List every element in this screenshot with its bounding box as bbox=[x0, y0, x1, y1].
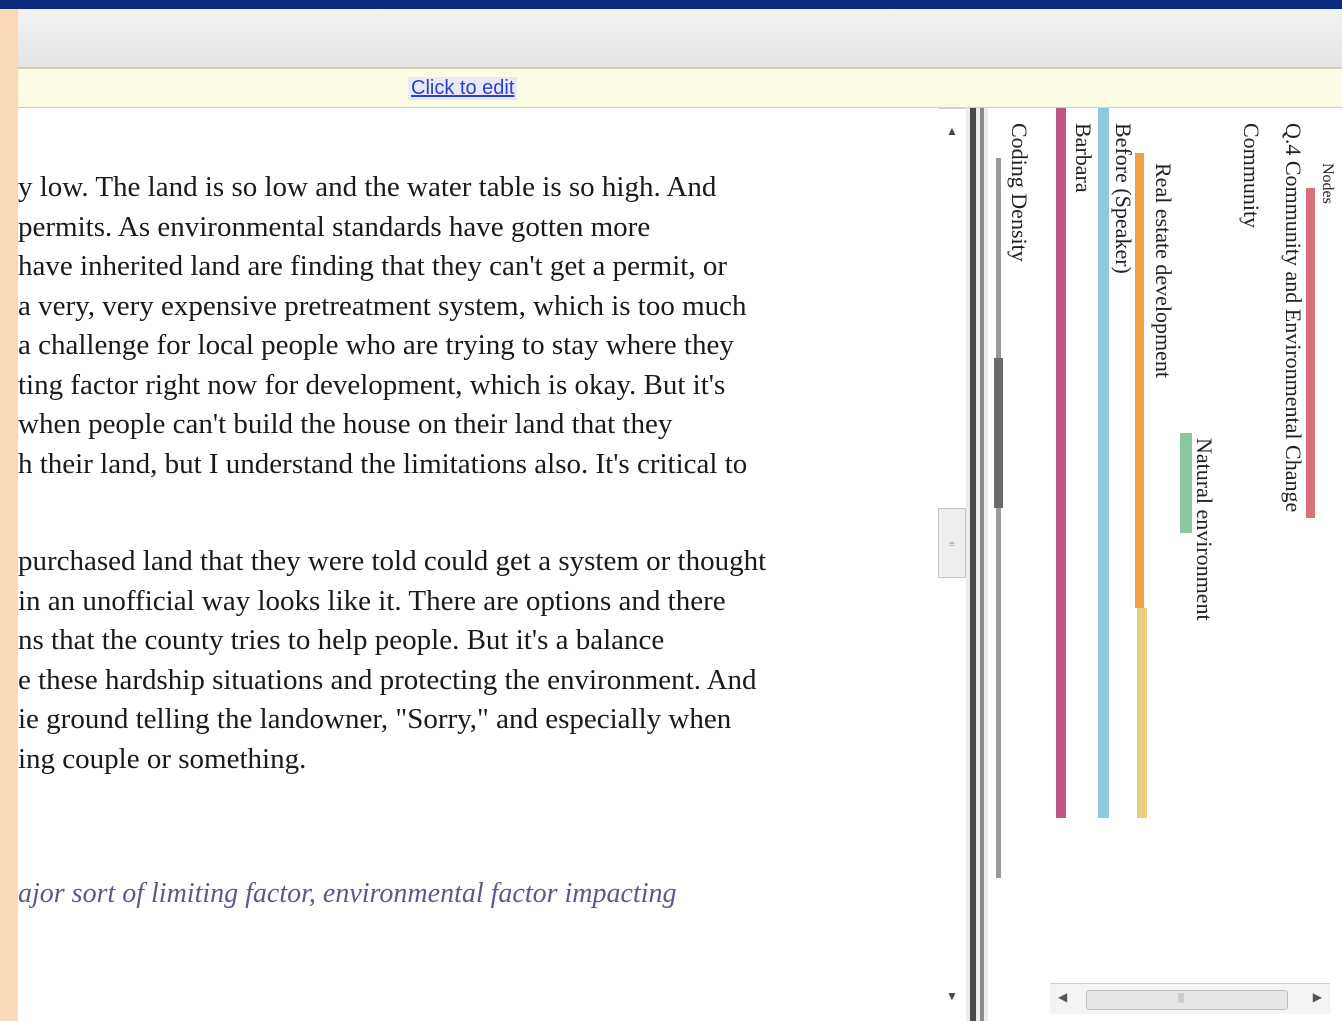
document-vertical-scrollbar[interactable]: ▲ ≡ ▼ bbox=[938, 118, 966, 1018]
text-line: y low. The land is so low and the water … bbox=[18, 171, 717, 203]
coding-density-highlight bbox=[994, 358, 1003, 508]
click-to-edit-link[interactable]: Click to edit bbox=[408, 77, 518, 100]
stripe-label-before-speaker[interactable]: Before (Speaker) bbox=[1110, 123, 1136, 274]
coding-stripe-coding-density[interactable] bbox=[1056, 108, 1066, 818]
scroll-down-arrow-icon[interactable]: ▼ bbox=[946, 989, 958, 1004]
coding-stripe-barbara[interactable] bbox=[1098, 108, 1109, 818]
paragraph-answer-2: purchased land that they were told could… bbox=[18, 542, 766, 779]
grip-icon: ||| bbox=[1178, 992, 1185, 1003]
coding-stripes-pane: Nodes Q.4 Community and Environmental Ch… bbox=[988, 108, 1342, 1021]
scroll-up-arrow-icon[interactable]: ▲ bbox=[946, 124, 958, 139]
toolbar bbox=[18, 9, 1342, 68]
text-line: a challenge for local people who are try… bbox=[18, 329, 734, 361]
grip-icon: ≡ bbox=[949, 539, 955, 550]
stripe-label-community[interactable]: Community bbox=[1238, 123, 1264, 228]
coding-stripe-natural-environment[interactable] bbox=[1180, 433, 1192, 533]
splitter-bar bbox=[980, 108, 984, 1021]
stripe-label-q4[interactable]: Q.4 Community and Environmental Change bbox=[1280, 123, 1306, 512]
stripe-label-coding-density[interactable]: Coding Density bbox=[1006, 123, 1032, 262]
text-line: ie ground telling the landowner, "Sorry,… bbox=[18, 703, 732, 735]
scroll-thumb[interactable]: ≡ bbox=[938, 508, 966, 578]
pane-splitter[interactable] bbox=[966, 108, 988, 1021]
coding-density-bar bbox=[996, 158, 1001, 878]
coding-stripe-real-estate[interactable] bbox=[1135, 153, 1144, 608]
coding-stripe-before-speaker[interactable] bbox=[1137, 608, 1147, 818]
text-line: e these hardship situations and protecti… bbox=[18, 663, 757, 696]
interview-question: ajor sort of limiting factor, environmen… bbox=[18, 878, 677, 909]
text-line: a very, very expensive pretreatment syst… bbox=[18, 289, 747, 322]
edit-bar: Click to edit bbox=[18, 68, 1342, 109]
text-line: h their land, but I understand the limit… bbox=[18, 447, 748, 480]
text-line: ting factor right now for development, w… bbox=[18, 368, 726, 401]
paragraph-answer-1: y low. The land is so low and the water … bbox=[18, 168, 747, 484]
scroll-right-arrow-icon[interactable]: ▶ bbox=[1313, 990, 1322, 1005]
text-line: ns that the county tries to help people.… bbox=[18, 624, 665, 656]
stripe-label-natural-environment[interactable]: Natural environment bbox=[1191, 438, 1217, 621]
text-line: have inherited land are finding that the… bbox=[18, 250, 728, 282]
scroll-left-arrow-icon[interactable]: ◀ bbox=[1058, 990, 1067, 1005]
text-line: permits. As environmental standards have… bbox=[18, 210, 651, 243]
window-title-band bbox=[0, 0, 1342, 9]
horizontal-scroll-thumb[interactable] bbox=[1086, 990, 1288, 1010]
document-text-pane[interactable]: y low. The land is so low and the water … bbox=[18, 108, 938, 1021]
text-line: ing couple or something. bbox=[18, 742, 307, 775]
stripe-label-real-estate[interactable]: Real estate development bbox=[1150, 163, 1176, 378]
stripe-label-nodes: Nodes bbox=[1319, 163, 1336, 204]
left-edge-panel bbox=[0, 9, 18, 1021]
splitter-bar bbox=[970, 108, 976, 1021]
stripe-label-barbara[interactable]: Barbara bbox=[1070, 123, 1096, 193]
text-line: in an unofficial way looks like it. Ther… bbox=[18, 584, 726, 617]
coding-horizontal-scrollbar[interactable]: ◀ ||| ▶ bbox=[1050, 983, 1330, 1014]
text-line: purchased land that they were told could… bbox=[18, 545, 767, 577]
text-line: when people can't build the house on the… bbox=[18, 408, 673, 440]
coding-stripe-nodes[interactable] bbox=[1306, 188, 1315, 518]
